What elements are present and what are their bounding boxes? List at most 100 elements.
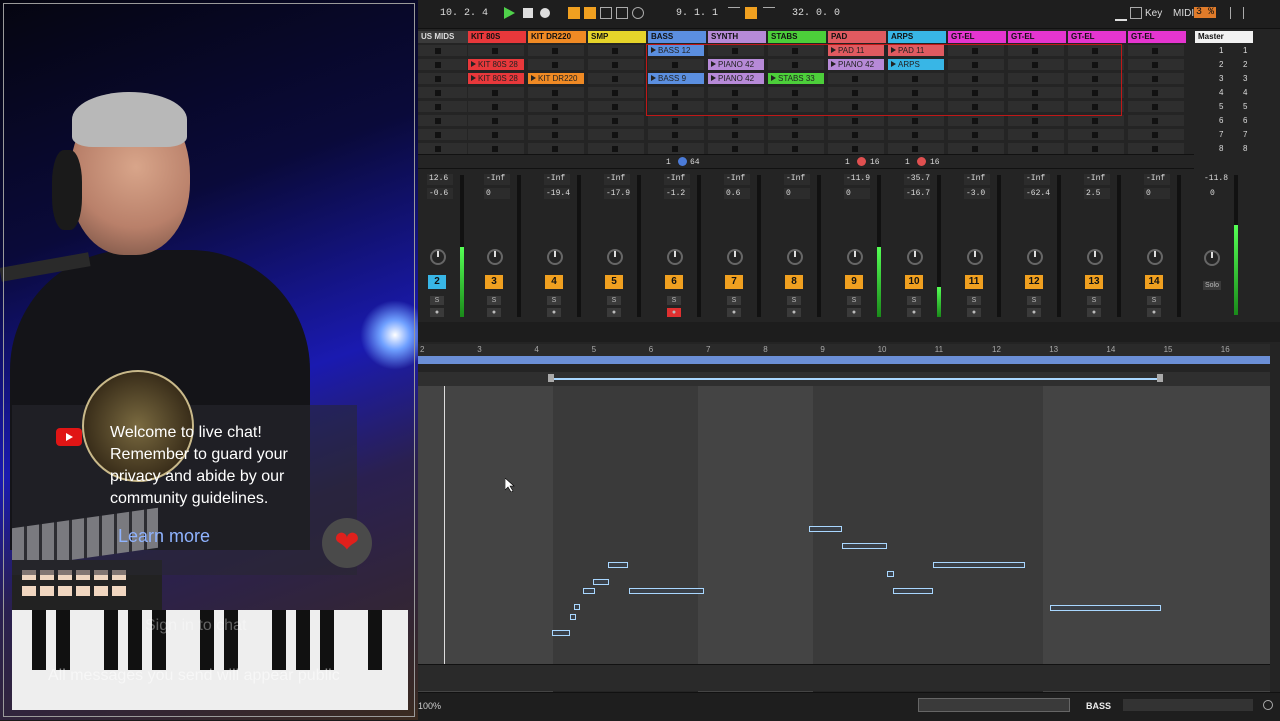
loop-brace[interactable] bbox=[418, 356, 1270, 364]
track-activator-button[interactable]: 7 bbox=[725, 275, 743, 289]
track-activator-button[interactable]: 2 bbox=[428, 275, 446, 289]
arm-button[interactable]: ● bbox=[907, 308, 921, 317]
loop-start-marker[interactable] bbox=[548, 374, 554, 382]
track-volume[interactable]: -3.0 bbox=[966, 189, 985, 198]
stop-button-icon[interactable] bbox=[492, 118, 498, 124]
clip[interactable]: KIT 80S 28 bbox=[468, 59, 524, 70]
velocity-lane[interactable] bbox=[418, 664, 1270, 691]
track-header[interactable]: PAD bbox=[828, 31, 886, 43]
scene-row[interactable]: 22 bbox=[1195, 59, 1253, 71]
stop-button-icon[interactable] bbox=[732, 132, 738, 138]
stop-button-icon[interactable] bbox=[1032, 146, 1038, 152]
stop-button-icon[interactable] bbox=[612, 48, 618, 54]
stop-button-icon[interactable] bbox=[792, 132, 798, 138]
clip-slot[interactable] bbox=[418, 101, 467, 112]
arm-button[interactable]: ● bbox=[430, 308, 444, 317]
pan-knob[interactable] bbox=[1027, 249, 1043, 265]
clip-slot[interactable] bbox=[418, 129, 467, 140]
bass-monitor-icon[interactable] bbox=[678, 157, 687, 166]
stop-button-icon[interactable] bbox=[435, 132, 441, 138]
track-header[interactable]: BASS bbox=[648, 31, 706, 43]
stop-button-icon[interactable] bbox=[792, 146, 798, 152]
stop-button-icon[interactable] bbox=[972, 118, 978, 124]
arm-button[interactable]: ● bbox=[1027, 308, 1041, 317]
learn-more-link[interactable]: Learn more bbox=[118, 526, 210, 547]
arm-button[interactable]: ● bbox=[547, 308, 561, 317]
solo-button[interactable]: S bbox=[667, 296, 681, 305]
pan-knob[interactable] bbox=[727, 249, 743, 265]
stop-button-icon[interactable] bbox=[732, 146, 738, 152]
solo-button[interactable]: S bbox=[787, 296, 801, 305]
stop-button-icon[interactable] bbox=[1152, 62, 1158, 68]
stop-button-icon[interactable] bbox=[492, 104, 498, 110]
scene-row[interactable]: 88 bbox=[1195, 143, 1253, 155]
stop-button-icon[interactable] bbox=[1152, 132, 1158, 138]
track-volume[interactable]: 0.6 bbox=[726, 189, 740, 198]
pan-knob[interactable] bbox=[1147, 249, 1163, 265]
track-volume[interactable]: -17.9 bbox=[606, 189, 630, 198]
stop-button-icon[interactable] bbox=[492, 48, 498, 54]
track-header[interactable]: SYNTH bbox=[708, 31, 766, 43]
stop-button-icon[interactable] bbox=[852, 118, 858, 124]
stop-button-icon[interactable] bbox=[612, 90, 618, 96]
stop-button-icon[interactable] bbox=[552, 90, 558, 96]
pan-knob[interactable] bbox=[487, 249, 503, 265]
track-header[interactable]: SMP bbox=[588, 31, 646, 43]
track-activator-button[interactable]: 4 bbox=[545, 275, 563, 289]
scene-row[interactable]: 66 bbox=[1195, 115, 1253, 127]
stop-button-icon[interactable] bbox=[552, 132, 558, 138]
arm-button[interactable]: ● bbox=[847, 308, 861, 317]
stop-button-icon[interactable] bbox=[552, 104, 558, 110]
stop-button-icon[interactable] bbox=[1152, 146, 1158, 152]
track-header[interactable]: GT-EL bbox=[1068, 31, 1126, 43]
solo-button[interactable]: S bbox=[487, 296, 501, 305]
beat-ruler[interactable]: 2 3 4 5 6 7 8 9 10 11 12 13 14 15 16 bbox=[418, 344, 1270, 356]
clip-slot[interactable] bbox=[418, 45, 467, 56]
stop-button-icon[interactable] bbox=[435, 76, 441, 82]
track-header[interactable]: GT-EL bbox=[1128, 31, 1186, 43]
stop-button-icon[interactable] bbox=[1032, 118, 1038, 124]
track-activator-button[interactable]: 5 bbox=[605, 275, 623, 289]
arm-button[interactable]: ● bbox=[1147, 308, 1161, 317]
track-volume[interactable]: 0 bbox=[486, 189, 491, 198]
scene-row[interactable]: 11 bbox=[1195, 45, 1253, 57]
master-track-header[interactable]: Master bbox=[1195, 31, 1253, 43]
arm-button[interactable]: ● bbox=[487, 308, 501, 317]
solo-button[interactable]: S bbox=[967, 296, 981, 305]
stop-button-icon[interactable] bbox=[912, 146, 918, 152]
clip-slot[interactable] bbox=[418, 115, 467, 126]
solo-button[interactable]: S bbox=[1027, 296, 1041, 305]
stop-button-icon[interactable] bbox=[1152, 118, 1158, 124]
track-activator-button[interactable]: 12 bbox=[1025, 275, 1043, 289]
solo-button[interactable]: S bbox=[607, 296, 621, 305]
pad-monitor-icon[interactable] bbox=[857, 157, 866, 166]
stop-button-icon[interactable] bbox=[552, 62, 558, 68]
track-volume[interactable]: 0 bbox=[1146, 189, 1151, 198]
solo-button[interactable]: S bbox=[430, 296, 444, 305]
clip[interactable]: KIT 80S 28 bbox=[468, 73, 524, 84]
solo-button[interactable]: S bbox=[1087, 296, 1101, 305]
stop-button-icon[interactable] bbox=[435, 90, 441, 96]
track-volume[interactable]: -16.7 bbox=[906, 189, 930, 198]
arm-button[interactable]: ● bbox=[787, 308, 801, 317]
clip-slot[interactable] bbox=[418, 143, 467, 154]
track-activator-button[interactable]: 9 bbox=[845, 275, 863, 289]
pan-knob[interactable] bbox=[607, 249, 623, 265]
pan-knob[interactable] bbox=[547, 249, 563, 265]
stop-button-icon[interactable] bbox=[912, 118, 918, 124]
pan-knob[interactable] bbox=[787, 249, 803, 265]
arm-button[interactable]: ● bbox=[667, 308, 681, 317]
clip-loop-region[interactable] bbox=[418, 372, 1270, 386]
scene-row[interactable]: 55 bbox=[1195, 101, 1253, 113]
stop-button-icon[interactable] bbox=[1032, 132, 1038, 138]
sign-in-to-chat[interactable]: Sign in to chat bbox=[145, 617, 246, 635]
solo-button[interactable]: S bbox=[547, 296, 561, 305]
solo-cue-button[interactable]: Solo bbox=[1203, 281, 1221, 290]
master-pan-knob[interactable] bbox=[1204, 250, 1220, 266]
stop-button-icon[interactable] bbox=[612, 104, 618, 110]
track-header[interactable]: STABS bbox=[768, 31, 826, 43]
scene-row[interactable]: 33 bbox=[1195, 73, 1253, 85]
solo-button[interactable]: S bbox=[727, 296, 741, 305]
stop-button-icon[interactable] bbox=[492, 90, 498, 96]
clip-slot[interactable] bbox=[418, 87, 467, 98]
